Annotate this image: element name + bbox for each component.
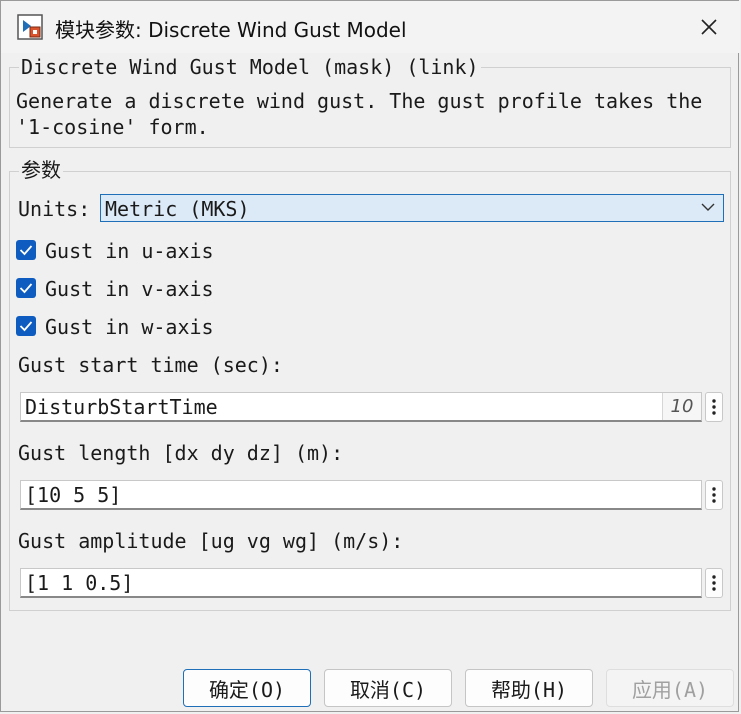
gust-amplitude-label: Gust amplitude [ug vg wg] (m/s):: [18, 529, 404, 553]
more-vertical-icon: [712, 575, 716, 591]
gust-length-options-button[interactable]: [705, 480, 723, 510]
title-bar: 模块参数: Discrete Wind Gust Model: [1, 1, 740, 53]
gust-length-value: [10 5 5]: [25, 483, 122, 507]
gust-amplitude-options-button[interactable]: [705, 568, 723, 598]
gust-start-time-value: DisturbStartTime: [25, 395, 218, 419]
gust-amplitude-value: [1 1 0.5]: [25, 571, 134, 595]
gust-amplitude-input[interactable]: [1 1 0.5]: [20, 568, 702, 598]
checkbox-checked-icon: [16, 240, 36, 260]
gust-start-time-value-hint: 10: [662, 393, 701, 420]
units-label: Units:: [18, 197, 91, 221]
block-header: Discrete Wind Gust Model (mask) (link): [19, 55, 481, 79]
gust-start-time-label: Gust start time (sec):: [18, 353, 283, 377]
window-title: 模块参数: Discrete Wind Gust Model: [55, 18, 407, 42]
checkbox-checked-icon: [16, 278, 36, 298]
apply-button[interactable]: 应用(A): [606, 669, 734, 707]
gust-u-axis-label: Gust in u-axis: [45, 239, 214, 263]
gust-start-time-options-button[interactable]: [705, 392, 723, 422]
units-value: Metric (MKS): [105, 197, 250, 221]
parameters-group-label: 参数: [19, 158, 63, 182]
block-description-line-2: '1-cosine' form.: [16, 115, 209, 139]
more-vertical-icon: [712, 487, 716, 503]
gust-u-axis-checkbox[interactable]: Gust in u-axis: [16, 239, 216, 263]
more-vertical-icon: [712, 399, 716, 415]
checkbox-checked-icon: [16, 316, 36, 336]
ok-button[interactable]: 确定(O): [183, 669, 311, 707]
gust-length-input[interactable]: [10 5 5]: [20, 480, 702, 510]
gust-v-axis-checkbox[interactable]: Gust in v-axis: [16, 277, 216, 301]
cancel-button[interactable]: 取消(C): [324, 669, 452, 707]
gust-w-axis-label: Gust in w-axis: [45, 315, 214, 339]
units-select[interactable]: Metric (MKS): [100, 194, 724, 222]
simulink-block-icon: [17, 14, 43, 40]
help-button[interactable]: 帮助(H): [465, 669, 593, 707]
dialog-window: 模块参数: Discrete Wind Gust Model Discrete …: [0, 0, 740, 713]
gust-v-axis-label: Gust in v-axis: [45, 277, 214, 301]
gust-length-label: Gust length [dx dy dz] (m):: [18, 441, 344, 465]
close-button[interactable]: [691, 11, 727, 43]
gust-w-axis-checkbox[interactable]: Gust in w-axis: [16, 315, 216, 339]
dialog-content: Discrete Wind Gust Model (mask) (link) G…: [1, 53, 740, 713]
gust-start-time-input[interactable]: DisturbStartTime 10: [20, 392, 702, 422]
chevron-down-icon: [701, 203, 715, 211]
block-description-line-1: Generate a discrete wind gust. The gust …: [16, 89, 703, 113]
close-icon: [701, 19, 717, 35]
